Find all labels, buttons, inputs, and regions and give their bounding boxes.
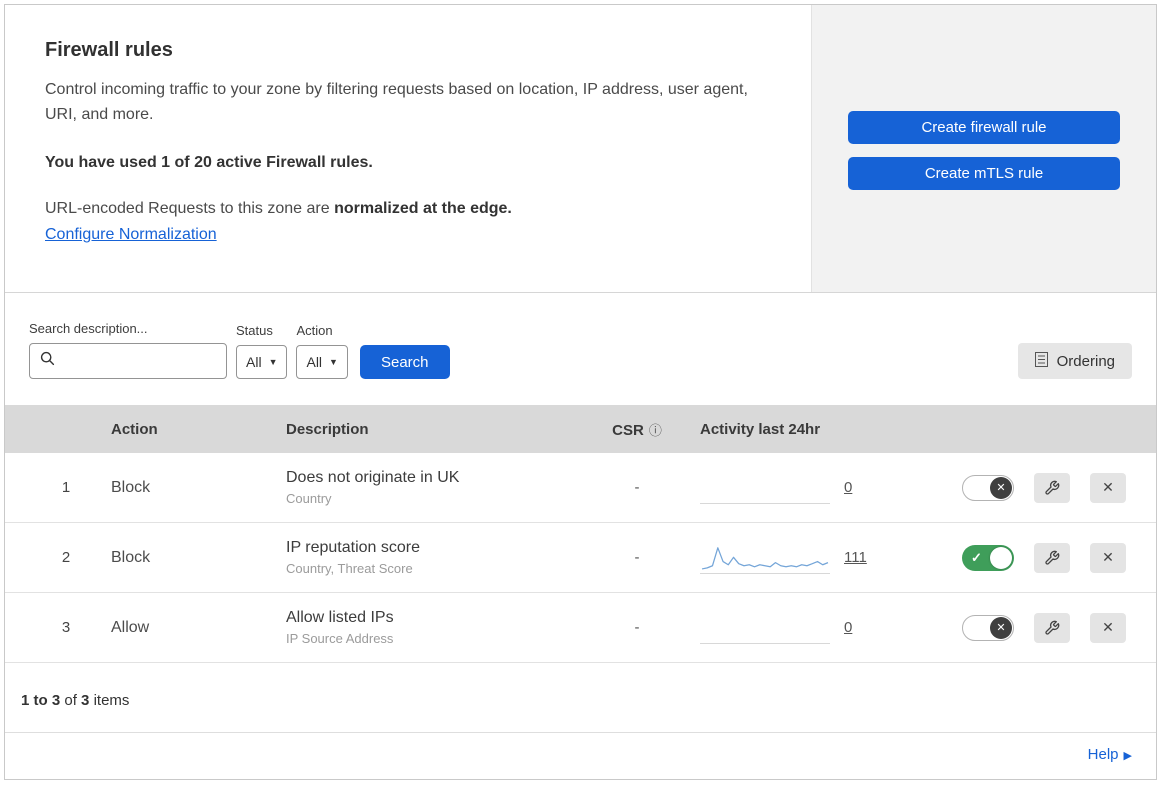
check-icon: ✓ — [971, 549, 982, 565]
rule-action: Block — [111, 478, 151, 496]
activity-sparkline — [700, 642, 830, 644]
toggle-knob: ✕ — [990, 616, 1012, 639]
rule-csr-value: - — [634, 619, 640, 636]
search-icon — [40, 351, 55, 371]
toggle-knob: ✕ — [990, 476, 1012, 499]
help-link[interactable]: Help ▶ — [1088, 746, 1132, 763]
toggle-knob: ✕ — [990, 546, 1012, 569]
rule-csr-value: - — [634, 549, 640, 566]
rule-priority: 1 — [61, 479, 71, 496]
activity-count-link[interactable]: 111 — [844, 549, 874, 566]
search-button[interactable]: Search — [359, 345, 450, 379]
description-column-header: Description — [286, 420, 369, 438]
rule-priority: 2 — [61, 549, 71, 566]
rule-action: Block — [111, 548, 151, 566]
enable-toggle[interactable]: ✓ ✕ — [962, 544, 1014, 571]
create-mtls-rule-button[interactable]: Create mTLS rule — [848, 157, 1120, 190]
action-label: Action — [296, 323, 333, 338]
filter-bar: Search description... Status All ▼ Actio… — [5, 293, 1156, 405]
ordering-button-label: Ordering — [1056, 352, 1115, 370]
items-label: items — [93, 692, 130, 709]
table-row: 3 Allow Allow listed IPs IP Source Addre… — [5, 593, 1156, 663]
x-icon: ✕ — [996, 622, 1006, 634]
page-header: Firewall rules Control incoming traffic … — [5, 5, 1156, 293]
rule-action: Allow — [111, 618, 150, 636]
activity-column-header: Activity last 24hr — [700, 420, 821, 438]
status-value: All — [246, 354, 262, 370]
action-value: All — [306, 354, 323, 370]
action-column-header: Action — [111, 420, 158, 438]
rule-fields: IP Source Address — [286, 631, 394, 646]
chevron-down-icon: ▼ — [329, 357, 338, 367]
rule-csr-value: - — [634, 479, 640, 496]
wrench-icon — [1045, 550, 1060, 565]
status-select[interactable]: All ▼ — [236, 345, 288, 379]
enable-toggle[interactable]: ✓ ✕ — [962, 474, 1014, 501]
normalization-note: URL-encoded Requests to this zone are no… — [45, 200, 771, 218]
close-icon: ✕ — [1102, 479, 1114, 495]
header-text-area: Firewall rules Control incoming traffic … — [5, 5, 811, 292]
csr-column-header: CSR ⓘ — [612, 421, 662, 439]
x-icon: ✕ — [996, 482, 1006, 494]
info-icon[interactable]: ⓘ — [649, 423, 662, 438]
page-title: Firewall rules — [45, 39, 173, 61]
normalization-bold: normalized at the edge. — [334, 199, 512, 217]
rule-description: Allow listed IPs — [286, 609, 394, 626]
rule-priority: 3 — [61, 619, 71, 636]
delete-rule-button[interactable]: ✕ — [1090, 542, 1126, 573]
search-input[interactable] — [29, 343, 227, 379]
table-row: 2 Block IP reputation score Country, Thr… — [5, 523, 1156, 593]
rule-description: IP reputation score — [286, 539, 421, 556]
page-description: Control incoming traffic to your zone by… — [45, 81, 748, 123]
create-firewall-rule-button[interactable]: Create firewall rule — [848, 111, 1120, 144]
of-label: of — [64, 692, 77, 709]
help-bar: Help ▶ — [5, 732, 1156, 779]
firewall-rules-page: Firewall rules Control incoming traffic … — [4, 4, 1157, 780]
delete-rule-button[interactable]: ✕ — [1090, 472, 1126, 503]
items-total: 3 — [81, 692, 90, 709]
usage-note: You have used 1 of 20 active Firewall ru… — [45, 153, 373, 171]
action-select[interactable]: All ▼ — [296, 345, 348, 379]
rule-fields: Country — [286, 491, 332, 506]
actions-panel: Create firewall rule Create mTLS rule — [811, 5, 1156, 292]
table-header: Action Description CSR ⓘ Activity last 24… — [5, 405, 1156, 453]
close-icon: ✕ — [1102, 549, 1114, 565]
rule-fields: Country, Threat Score — [286, 561, 413, 576]
search-label: Search description... — [29, 321, 148, 336]
edit-rule-button[interactable] — [1034, 542, 1070, 573]
activity-count-link[interactable]: 0 — [844, 619, 874, 636]
pagination-summary: 1 to 3 of 3 items — [5, 663, 1156, 732]
rule-description: Does not originate in UK — [286, 469, 460, 486]
table-row: 1 Block Does not originate in UK Country… — [5, 453, 1156, 523]
edit-rule-button[interactable] — [1034, 612, 1070, 643]
wrench-icon — [1045, 480, 1060, 495]
activity-sparkline — [700, 546, 830, 574]
delete-rule-button[interactable]: ✕ — [1090, 612, 1126, 643]
arrow-right-icon: ▶ — [1123, 750, 1132, 762]
chevron-down-icon: ▼ — [268, 357, 278, 367]
activity-count-link[interactable]: 0 — [844, 479, 874, 496]
ordering-button[interactable]: Ordering — [1017, 343, 1132, 379]
activity-sparkline — [700, 502, 830, 504]
status-label: Status — [236, 323, 273, 338]
items-range: 1 to 3 — [21, 692, 61, 709]
edit-rule-button[interactable] — [1034, 472, 1070, 503]
configure-normalization-link[interactable]: Configure Normalization — [45, 226, 217, 243]
ordering-list-icon — [1034, 351, 1048, 371]
normalization-text: URL-encoded Requests to this zone are — [45, 199, 330, 217]
enable-toggle[interactable]: ✓ ✕ — [962, 614, 1014, 641]
wrench-icon — [1045, 620, 1060, 635]
close-icon: ✕ — [1102, 619, 1114, 635]
